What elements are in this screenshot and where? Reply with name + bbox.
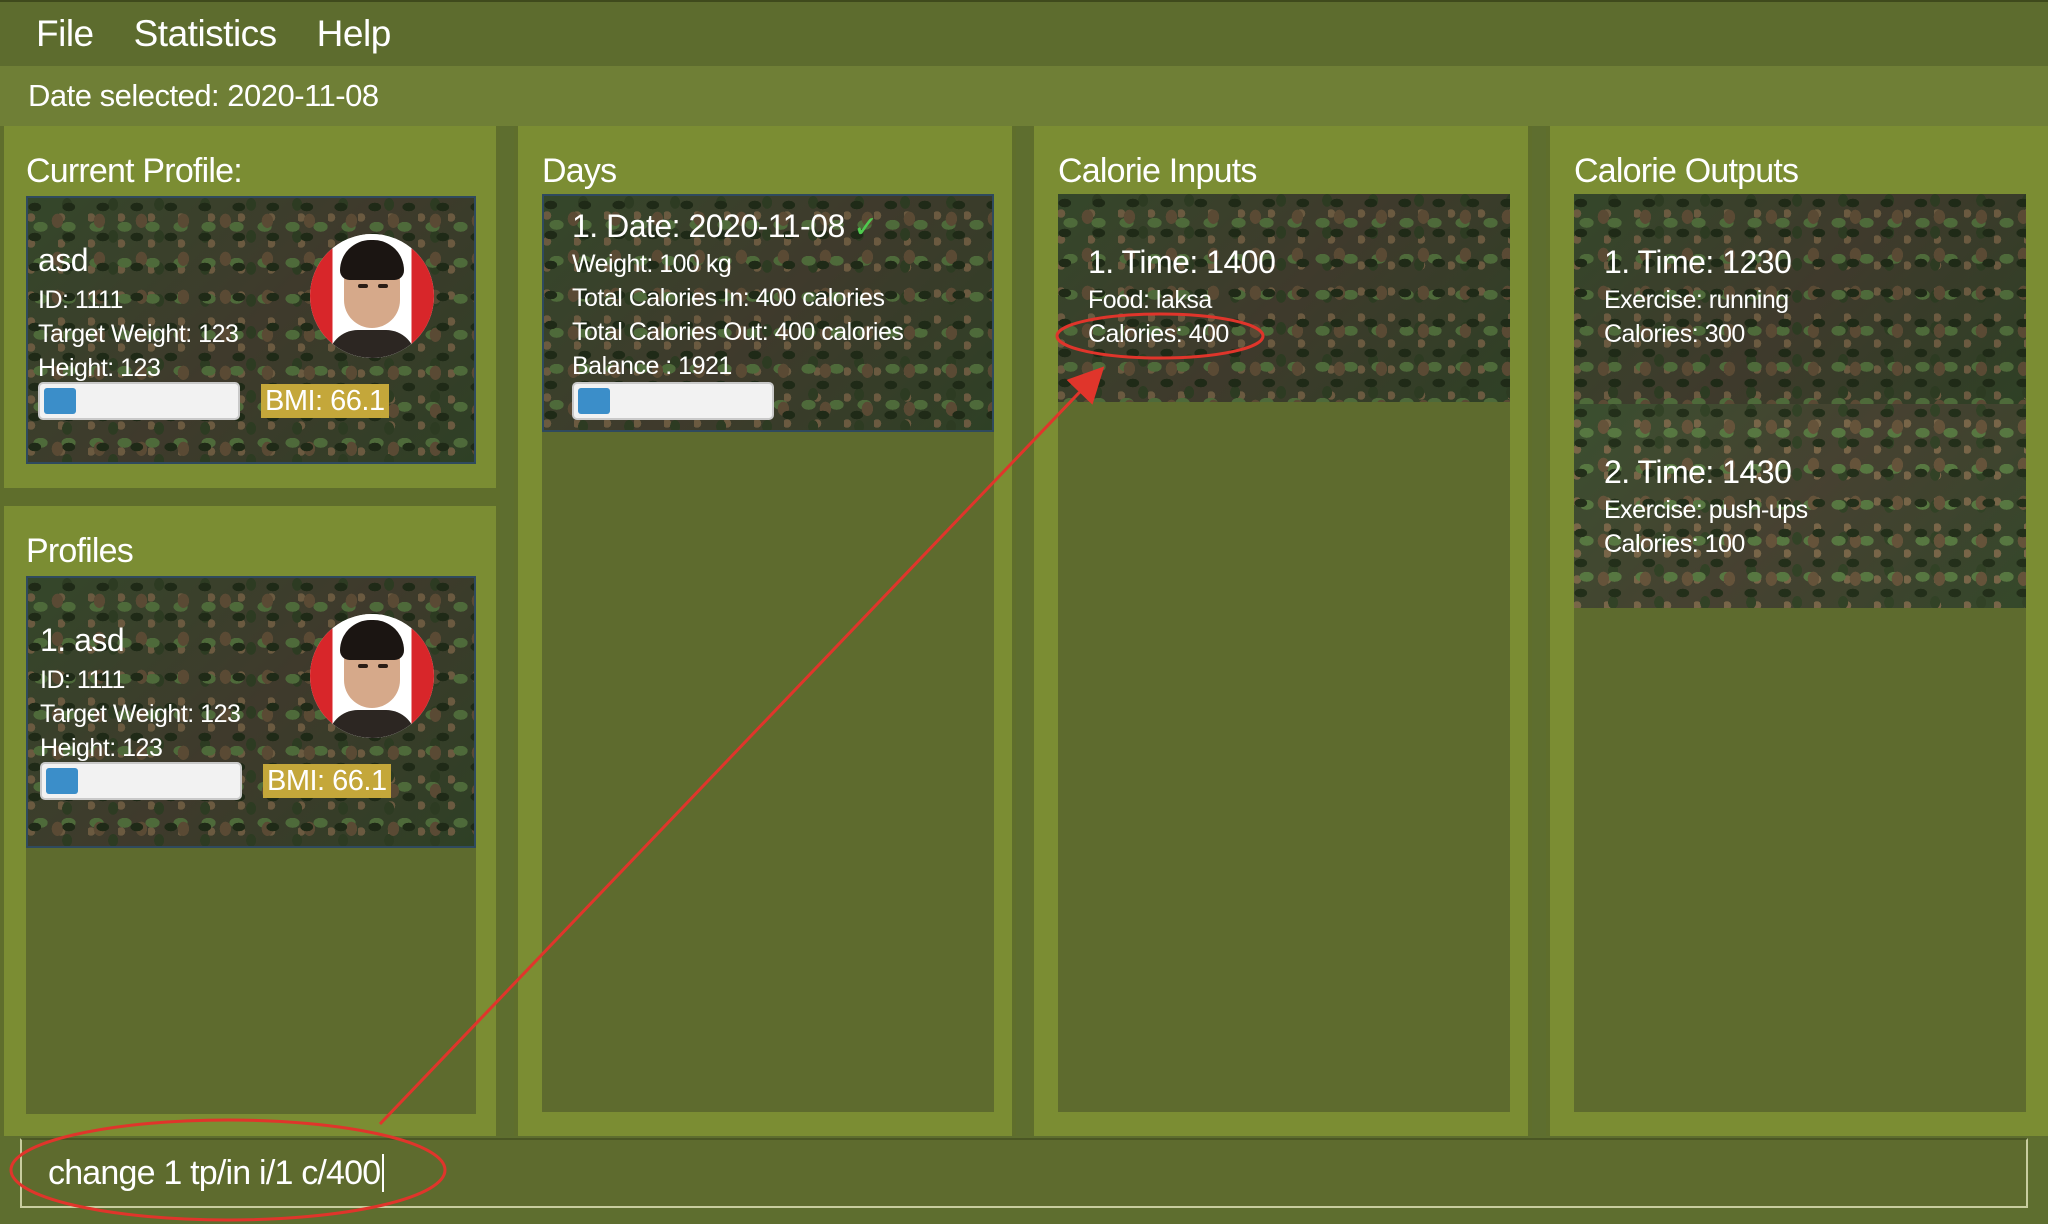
calorie-output-item[interactable]: 2. Time: 1430 Exercise: push-ups Calorie… xyxy=(1574,404,2026,608)
date-selected-label: Date selected: 2020-11-08 xyxy=(28,78,379,113)
current-profile-title: Current Profile: xyxy=(26,152,243,190)
day-item-balance: Balance : 1921 xyxy=(572,352,732,380)
calorie-output-exercise: Exercise: push-ups xyxy=(1604,496,1808,524)
days-list[interactable]: 1. Date: 2020-11-08 ✓ Weight: 100 kg Tot… xyxy=(542,194,994,1112)
calorie-output-time: 2. Time: 1430 xyxy=(1604,454,1792,490)
day-item-date: 1. Date: 2020-11-08 ✓ xyxy=(572,208,878,245)
profile-item-height: Height: 123 xyxy=(40,734,163,762)
text-caret xyxy=(382,1154,385,1192)
profile-item-target-weight: Target Weight: 123 xyxy=(40,700,241,728)
calorie-outputs-list[interactable]: 1. Time: 1230 Exercise: running Calories… xyxy=(1574,194,2026,1112)
calorie-output-exercise: Exercise: running xyxy=(1604,286,1789,314)
current-profile-card[interactable]: asd ID: 1111 Target Weight: 123 Height: … xyxy=(26,196,476,464)
profile-item-progress-bar xyxy=(40,762,242,800)
calorie-input-calories: Calories: 400 xyxy=(1088,320,1229,348)
profile-list-item[interactable]: 1. asd ID: 1111 Target Weight: 123 Heigh… xyxy=(26,576,476,848)
profile-column: Current Profile: asd ID: 1111 Target Wei… xyxy=(0,126,500,1136)
days-title: Days xyxy=(542,152,617,190)
panel-divider xyxy=(4,488,496,506)
calorie-input-time: 1. Time: 1400 xyxy=(1088,244,1276,280)
current-profile-id: ID: 1111 xyxy=(38,286,123,314)
profiles-list[interactable]: 1. asd ID: 1111 Target Weight: 123 Heigh… xyxy=(26,576,476,1114)
day-item-date-label: 1. Date: 2020-11-08 xyxy=(572,208,845,244)
profiles-title: Profiles xyxy=(26,532,134,570)
current-profile-target-weight: Target Weight: 123 xyxy=(38,320,239,348)
current-profile-height: Height: 123 xyxy=(38,354,161,382)
menu-help[interactable]: Help xyxy=(317,13,392,55)
calorie-input-food: Food: laksa xyxy=(1088,286,1212,314)
calorie-output-calories: Calories: 100 xyxy=(1604,530,1745,558)
day-item-calories-out: Total Calories Out: 400 calories xyxy=(572,318,904,346)
calorie-inputs-title: Calorie Inputs xyxy=(1058,152,1257,190)
profile-item-name: 1. asd xyxy=(40,622,125,658)
day-list-item[interactable]: 1. Date: 2020-11-08 ✓ Weight: 100 kg Tot… xyxy=(542,194,994,432)
profile-item-progress-fill xyxy=(46,768,78,794)
menu-bar: File Statistics Help xyxy=(0,0,2048,66)
calorie-outputs-title: Calorie Outputs xyxy=(1574,152,1799,190)
current-profile-name: asd xyxy=(38,242,89,278)
menu-file[interactable]: File xyxy=(36,13,94,55)
day-item-weight: Weight: 100 kg xyxy=(572,250,732,278)
calorie-output-time: 1. Time: 1230 xyxy=(1604,244,1792,280)
command-input[interactable]: change 1 tp/in i/1 c/400 xyxy=(48,1154,381,1193)
check-icon: ✓ xyxy=(853,211,878,244)
current-profile-bmi-badge: BMI: 66.1 xyxy=(261,384,389,418)
command-box[interactable]: change 1 tp/in i/1 c/400 xyxy=(20,1138,2028,1208)
day-item-calories-in: Total Calories In: 400 calories xyxy=(572,284,885,312)
current-profile-progress-fill xyxy=(44,388,76,414)
calorie-output-item[interactable]: 1. Time: 1230 Exercise: running Calories… xyxy=(1574,194,2026,404)
menu-statistics[interactable]: Statistics xyxy=(134,13,278,55)
calorie-inputs-list[interactable]: 1. Time: 1400 Food: laksa Calories: 400 xyxy=(1058,194,1510,1112)
calorie-output-calories: Calories: 300 xyxy=(1604,320,1745,348)
profile-item-avatar xyxy=(310,614,434,738)
date-selected-bar: Date selected: 2020-11-08 xyxy=(0,66,2048,126)
days-column: Days 1. Date: 2020-11-08 ✓ Weight: 100 k… xyxy=(514,126,1016,1136)
profile-item-bmi-badge: BMI: 66.1 xyxy=(263,764,391,798)
calorie-input-item[interactable]: 1. Time: 1400 Food: laksa Calories: 400 xyxy=(1058,194,1510,402)
calorie-outputs-column: Calorie Outputs 1. Time: 1230 Exercise: … xyxy=(1546,126,2048,1136)
day-item-progress-fill xyxy=(578,388,610,414)
current-profile-progress-bar xyxy=(38,382,240,420)
day-item-progress-bar xyxy=(572,382,774,420)
calorie-inputs-column: Calorie Inputs 1. Time: 1400 Food: laksa… xyxy=(1030,126,1532,1136)
current-profile-avatar xyxy=(310,234,434,358)
profile-item-id: ID: 1111 xyxy=(40,666,125,694)
